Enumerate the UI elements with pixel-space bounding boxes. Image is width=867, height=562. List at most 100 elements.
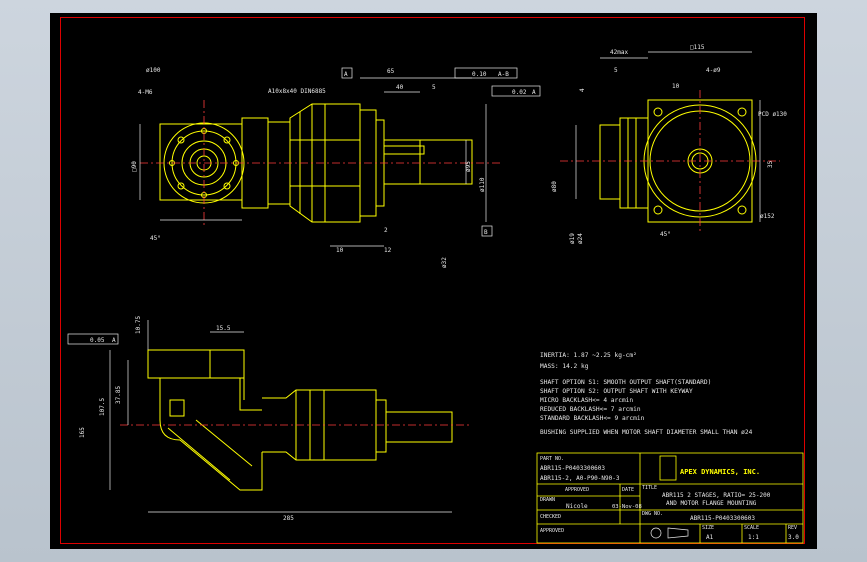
front-bolt-hole-4 (223, 182, 231, 190)
lbl-pcd: PCD ø130 (758, 111, 787, 118)
lower-diagonal-body (179, 439, 263, 491)
tb-partno1: ABR115-P0403300603 (540, 465, 605, 472)
lbl-flange-spec: A10x8x40 DIN6885 (268, 88, 326, 95)
tb-dwg-no: ABR115-P0403300603 (690, 515, 755, 522)
lbl-dim-32: ø32 (441, 257, 448, 268)
tb-drawn-date: 03-Nov-08 (612, 504, 642, 510)
cad-drawing: ø100 4-M6 45° A10x8x40 DIN6885 65 40 5 A… (67, 44, 804, 544)
lower-diagonal-line-1 (167, 427, 231, 481)
lbl-side-dim-4: 4 (579, 88, 586, 92)
note-opt-s2: SHAFT OPTION S2: OUTPUT SHAFT WITH KEYWA… (540, 388, 693, 395)
lbl-dim-10: 10 (336, 247, 344, 254)
lower-view (147, 349, 453, 491)
lbl-dim-1075: 10.75 (135, 316, 142, 334)
lbl-dim-110: ø110 (479, 177, 486, 192)
side-bolt-hole-1 (653, 107, 663, 117)
lbl-holes: 4-ø9 (706, 67, 721, 74)
tb-drawn-label: DRAWN (540, 497, 555, 503)
lower-output-shaft (385, 411, 453, 443)
front-bolt-hole-2 (223, 136, 231, 144)
tb-approved-label: APPROVED (565, 487, 589, 493)
note-reduced: REDUCED BACKLASH<= 7 arcmin (540, 406, 641, 413)
note-standard: STANDARD BACKLASH<= 9 arcmin (540, 415, 645, 422)
lbl-tol-ref-ab: A-B (498, 71, 509, 78)
note-mass: MASS: 14.2 kg (540, 363, 589, 370)
output-shaft (383, 139, 473, 185)
lbl-dim-95: ø95 (465, 161, 472, 172)
lbl-side-dim-5: 5 (614, 67, 618, 74)
lbl-dim-40: 40 (396, 84, 404, 91)
lower-housing-top (160, 377, 262, 411)
tb-size-label: SIZE (702, 525, 714, 531)
dimension-lines (109, 51, 761, 513)
lbl-lower-tol: 0.05 (90, 337, 105, 344)
lbl-datum-b: B (484, 229, 488, 236)
side-shaft-housing (599, 124, 621, 200)
lbl-dim-65: 65 (387, 68, 395, 75)
front-labels-rotated: □90 ø95 ø110 ø32 (131, 161, 486, 268)
side-bolt-hole-3 (653, 205, 663, 215)
lower-pilot (375, 399, 387, 453)
lbl-dim-12: 12 (384, 247, 392, 254)
lbl-side-angle: 45° (660, 231, 671, 238)
lbl-side-dim-10: 10 (672, 83, 680, 90)
company-logo (659, 455, 677, 481)
lbl-dim-155: 15.5 (216, 325, 231, 332)
front-bolt-hole-3 (177, 182, 185, 190)
tb-approved2-label: APPROVED (540, 528, 564, 534)
lbl-dim-5: 5 (432, 84, 436, 91)
tb-partno2: ABR115-2, A0-P90-N90-3 (540, 475, 620, 482)
tb-rev-label: REV (788, 525, 797, 531)
tb-rev: 3.0 (788, 534, 799, 541)
lbl-dim-165: 165 (79, 427, 86, 438)
lbl-tol-ref-a: A (532, 89, 536, 96)
notes: INERTIA: 1.87 ~2.25 kg-cm² MASS: 14.2 kg… (540, 352, 753, 436)
tb-drawn-by: Nicole (566, 503, 588, 510)
lbl-dim-115: □115 (690, 44, 705, 51)
tb-company: APEX DYNAMICS, INC. (680, 468, 760, 476)
lbl-dim-24: ø24 (577, 233, 584, 244)
tb-title2: AND MOTOR FLANGE MOUNTING (666, 500, 757, 507)
lbl-dim-37: 37.85 (115, 386, 122, 404)
note-micro: MICRO BACKLASH<= 4 arcmin (540, 397, 633, 404)
lbl-square: □90 (131, 161, 138, 172)
lbl-dim-80: ø80 (551, 181, 558, 192)
tb-dwg-label: DWG NO. (642, 511, 663, 517)
note-opt-s1: SHAFT OPTION S1: SMOOTH OUTPUT SHAFT(STA… (540, 379, 711, 386)
projection-cone (667, 527, 689, 539)
lbl-dim-35: 35 (767, 160, 774, 168)
side-labels: 42max □115 5 4-ø9 10 PCD ø130 ø152 45° (610, 44, 787, 238)
output-key (383, 145, 425, 155)
lbl-pcd-dia: ø100 (146, 67, 161, 74)
lower-top-flange (147, 349, 245, 379)
tb-scale: 1:1 (748, 534, 759, 541)
lbl-dim-2: 2 (384, 227, 388, 234)
front-bolt-hole-1 (177, 136, 185, 144)
lbl-tol-flatness: 0.10 (472, 71, 487, 78)
side-labels-rotated: 4 35 ø80 ø19 ø24 (551, 88, 774, 244)
side-bolt-hole-4 (737, 205, 747, 215)
lbl-dim-19: ø19 (569, 233, 576, 244)
tb-title1: ABR115 2 STAGES, RATIO= 25-200 (662, 492, 771, 499)
lbl-datum-a: A (344, 71, 348, 78)
lbl-tap: 4-M6 (138, 89, 153, 96)
tb-size: A1 (706, 534, 714, 541)
tb-title-label: TITLE (642, 485, 657, 491)
lbl-lower-datum: A (112, 337, 116, 344)
tb-scale-label: SCALE (744, 525, 759, 531)
lbl-dim-1075b: 107.5 (99, 398, 106, 416)
lower-top-block (209, 349, 245, 379)
lbl-dim-285: 285 (283, 515, 294, 522)
projection-circle (650, 527, 662, 539)
tb-checked-label: CHECKED (540, 514, 561, 520)
lower-labels: 0.05 A 15.5 285 (90, 325, 294, 522)
projection-symbol (650, 527, 689, 539)
note-bushing: BUSHING SUPPLIED WHEN MOTOR SHAFT DIAMET… (540, 429, 753, 436)
note-inertia: INERTIA: 1.87 ~2.25 kg-cm² (540, 352, 637, 359)
tb-partno-label: PART NO. (540, 456, 564, 462)
lbl-front-angle: 45° (150, 235, 161, 242)
lbl-dim-42max: 42max (610, 49, 628, 56)
tb-date-label: DATE (622, 487, 634, 493)
lbl-tol-runout: 0.02 (512, 89, 527, 96)
side-bolt-hole-2 (737, 107, 747, 117)
